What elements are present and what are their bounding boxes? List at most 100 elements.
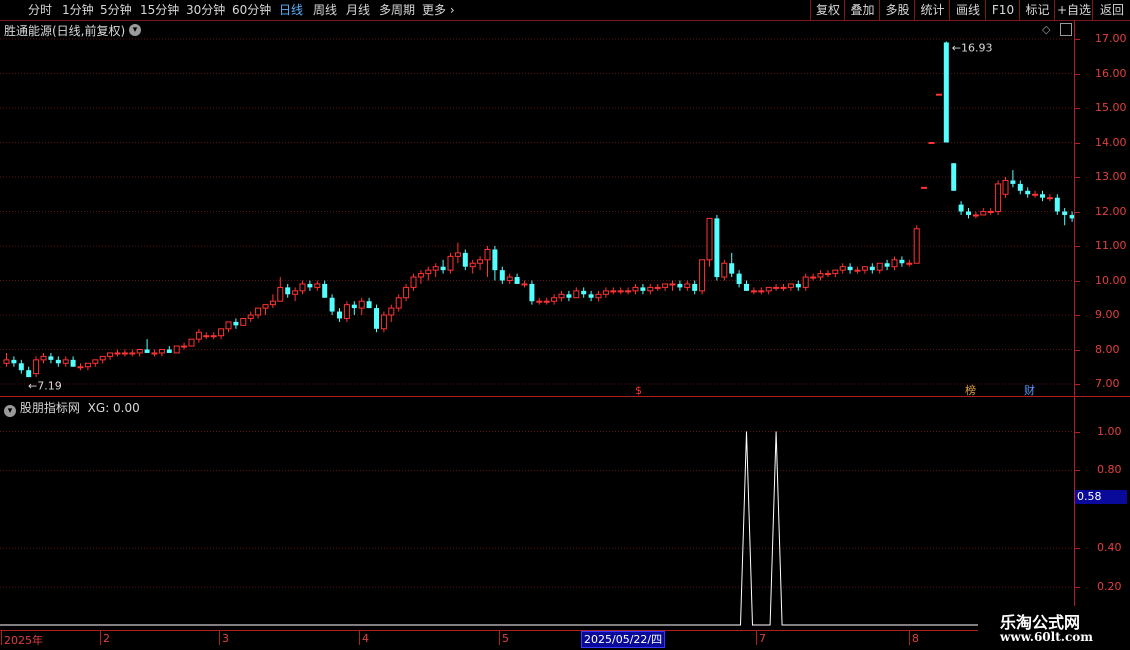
- candle: [972, 211, 979, 219]
- candle: [787, 283, 794, 291]
- candle: [876, 262, 883, 274]
- candle: [847, 263, 853, 274]
- period-tab-7[interactable]: 周线: [313, 2, 337, 18]
- price-tick-mark: [1075, 280, 1080, 282]
- period-tab-0[interactable]: 分时: [28, 2, 52, 18]
- candle: [1032, 190, 1039, 198]
- price-tick-mark: [1075, 108, 1080, 109]
- date-tick-mark: [909, 631, 910, 645]
- candle: [395, 294, 402, 312]
- candle: [935, 93, 942, 96]
- date-tick-mark: [1, 631, 2, 645]
- candle: [677, 280, 683, 291]
- indicator-tick: 1.00: [1097, 424, 1122, 438]
- candle: [558, 290, 565, 302]
- candle: [1062, 208, 1068, 226]
- candle: [966, 208, 971, 219]
- cai-marker[interactable]: 财: [1024, 383, 1035, 397]
- date-axis: 2025年 2 3 4 5 7 8 2025/05/22/四: [0, 631, 1074, 650]
- price-tick: 9.00: [1095, 308, 1120, 321]
- candle: [188, 338, 195, 347]
- candle: [403, 283, 410, 302]
- period-tab-2[interactable]: 5分钟: [100, 2, 132, 18]
- candle: [706, 217, 713, 267]
- date-tick: 2025年: [4, 634, 43, 647]
- period-tab-1[interactable]: 1分钟: [62, 2, 94, 18]
- candle: [921, 186, 928, 189]
- candle: [440, 259, 446, 274]
- toolbar-button-0[interactable]: 复权: [810, 0, 845, 20]
- bang-marker[interactable]: 榜: [965, 383, 976, 397]
- candle: [810, 273, 817, 281]
- period-tab-6[interactable]: 日线: [279, 2, 303, 18]
- candle: [425, 266, 432, 281]
- price-tick: 15.00: [1095, 101, 1127, 114]
- candle: [699, 259, 706, 295]
- date-tick-mark: [100, 631, 101, 645]
- candle: [958, 201, 964, 215]
- candle: [744, 280, 749, 291]
- candle: [943, 41, 949, 143]
- candle: [566, 290, 572, 302]
- chevron-down-icon[interactable]: ▾: [4, 405, 16, 417]
- period-tab-10[interactable]: 更多 ›: [422, 2, 455, 18]
- candle: [595, 290, 602, 302]
- candle: [581, 287, 587, 298]
- candle: [669, 280, 676, 291]
- toolbar-button-2[interactable]: 多股: [879, 0, 915, 20]
- candle: [536, 297, 543, 305]
- candle: [499, 266, 505, 284]
- high-price-label: ←16.93: [952, 41, 993, 54]
- date-tick: 7: [759, 632, 766, 645]
- low-price-label: ←7.19: [28, 379, 62, 392]
- candle: [374, 304, 379, 333]
- candle: [647, 283, 654, 295]
- price-tick-mark: [1075, 73, 1080, 75]
- candle: [1046, 194, 1053, 202]
- candle: [692, 280, 698, 295]
- toolbar-button-1[interactable]: 叠加: [844, 0, 880, 20]
- candle: [136, 349, 143, 357]
- candle: [129, 349, 136, 357]
- toolbar-button-5[interactable]: F10: [985, 0, 1020, 20]
- toolbar-button-3[interactable]: 统计: [914, 0, 950, 20]
- candle: [662, 283, 669, 291]
- price-axis: 17.00 16.00 15.00 14.00 13.00 12.00 11.00 10.00…: [1075, 20, 1130, 396]
- candle: [684, 280, 691, 291]
- current-value-badge: 0.58: [1075, 490, 1127, 504]
- period-tab-3[interactable]: 15分钟: [140, 2, 179, 18]
- candle: [802, 273, 809, 291]
- price-tick: 8.00: [1095, 342, 1120, 356]
- price-tick-mark: [1075, 246, 1080, 247]
- toolbar-button-6[interactable]: 标记: [1019, 0, 1055, 20]
- date-tick: 8: [912, 632, 919, 645]
- candle: [506, 273, 513, 284]
- indicator-tick: 0.20: [1097, 580, 1122, 594]
- candle: [337, 308, 342, 322]
- toolbar-button-4[interactable]: 画线: [949, 0, 986, 20]
- price-tick-mark: [1075, 211, 1080, 213]
- candle: [417, 270, 424, 284]
- period-tab-4[interactable]: 30分钟: [186, 2, 225, 18]
- candle: [1002, 177, 1009, 198]
- price-tick-mark: [1075, 384, 1080, 385]
- period-tab-9[interactable]: 多周期: [379, 2, 415, 18]
- candle: [269, 294, 276, 309]
- toolbar-button-7[interactable]: +自选: [1054, 0, 1093, 20]
- candle: [380, 311, 387, 333]
- price-tick: 11.00: [1095, 239, 1127, 252]
- candle: [861, 266, 868, 274]
- candle: [780, 283, 787, 291]
- period-tab-8[interactable]: 月线: [346, 2, 370, 18]
- candle: [551, 294, 558, 305]
- candle: [40, 352, 47, 364]
- candle: [99, 355, 106, 364]
- candle: [654, 283, 661, 291]
- toolbar-button-8[interactable]: 返回: [1092, 0, 1130, 20]
- candle: [26, 366, 32, 378]
- price-tick: 14.00: [1095, 135, 1127, 149]
- period-tab-5[interactable]: 60分钟: [232, 2, 271, 18]
- candle: [18, 359, 24, 374]
- candle: [299, 280, 306, 295]
- candle: [233, 318, 239, 329]
